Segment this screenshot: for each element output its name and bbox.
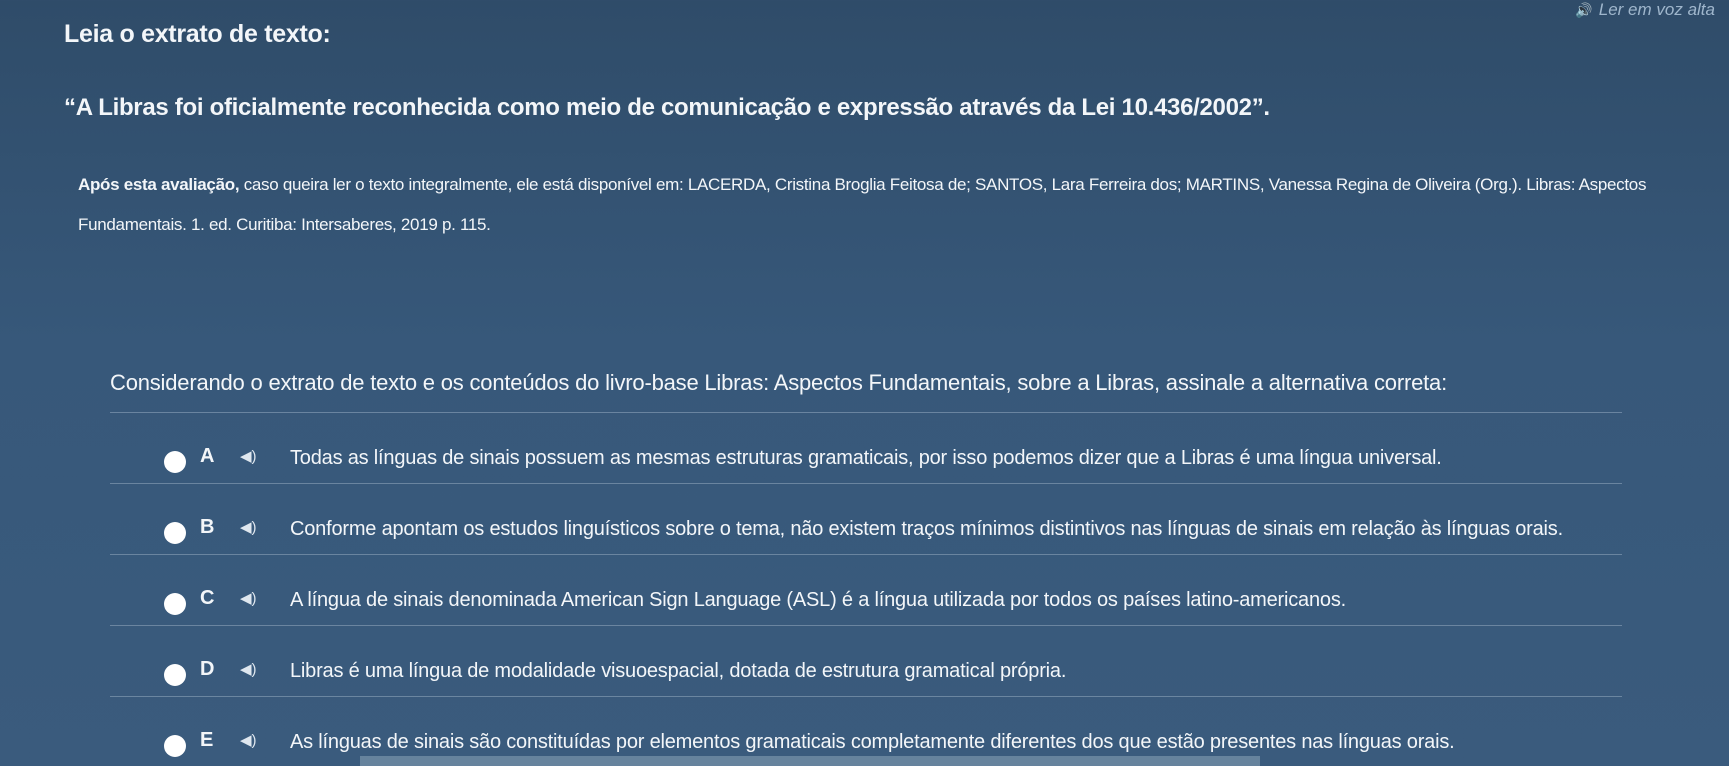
option-radio[interactable]: [164, 451, 186, 473]
option-radio[interactable]: [164, 522, 186, 544]
read-aloud-button[interactable]: 🔊 Ler em voz alta: [1575, 0, 1715, 20]
option-radio[interactable]: [164, 593, 186, 615]
option-letter: A: [200, 445, 215, 467]
read-aloud-label: Ler em voz alta: [1598, 0, 1715, 19]
option-c[interactable]: C ◀︎) A língua de sinais denominada Amer…: [110, 554, 1622, 625]
option-text: Libras é uma língua de modalidade visuoe…: [290, 660, 1067, 682]
source-citation: Após esta avaliação, caso queira ler o t…: [78, 165, 1718, 245]
option-a[interactable]: A ◀︎) Todas as línguas de sinais possuem…: [110, 412, 1622, 483]
option-radio[interactable]: [164, 664, 186, 686]
options-list: A ◀︎) Todas as línguas de sinais possuem…: [110, 412, 1622, 766]
option-text: A língua de sinais denominada American S…: [290, 589, 1346, 611]
option-d[interactable]: D ◀︎) Libras é uma língua de modalidade …: [110, 625, 1622, 696]
option-text: Todas as línguas de sinais possuem as me…: [290, 447, 1442, 469]
speaker-icon[interactable]: ◀︎): [240, 660, 257, 678]
scrollbar[interactable]: [360, 756, 1260, 766]
option-b[interactable]: B ◀︎) Conforme apontam os estudos linguí…: [110, 483, 1622, 554]
page-title: Leia o extrato de texto:: [64, 20, 331, 48]
source-lead: Após esta avaliação,: [78, 175, 240, 194]
speaker-icon[interactable]: ◀︎): [240, 589, 257, 607]
speaker-icon[interactable]: ◀︎): [240, 518, 257, 536]
option-letter: E: [200, 729, 214, 751]
speaker-icon: 🔊: [1575, 1, 1593, 18]
option-letter: C: [200, 587, 215, 609]
option-text: Conforme apontam os estudos linguísticos…: [290, 518, 1563, 540]
speaker-icon[interactable]: ◀︎): [240, 731, 257, 749]
quote-text: “A Libras foi oficialmente reconhecida c…: [64, 94, 1270, 121]
speaker-icon[interactable]: ◀︎): [240, 447, 257, 465]
source-rest: caso queira ler o texto integralmente, e…: [78, 175, 1647, 234]
option-letter: D: [200, 658, 215, 680]
option-radio[interactable]: [164, 735, 186, 757]
question-text: Considerando o extrato de texto e os con…: [110, 370, 1447, 395]
option-letter: B: [200, 516, 215, 538]
